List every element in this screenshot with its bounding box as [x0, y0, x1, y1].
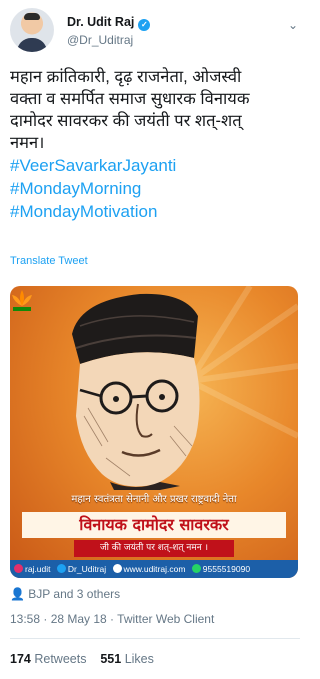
tweet-stats: 174 Retweets 551 Likes [10, 652, 154, 666]
translate-tweet-link[interactable]: Translate Tweet [10, 255, 88, 267]
retweets-label: Retweets [34, 652, 87, 666]
likes-stat[interactable]: 551 Likes [100, 652, 154, 666]
verified-icon: ✓ [138, 19, 151, 31]
tweet-line: वक्ता व समर्पित समाज सुधारक विनायक [10, 90, 250, 108]
author-name[interactable]: Dr. Udit Raj [67, 15, 134, 29]
whatsapp-icon [191, 564, 201, 573]
footer-item: Dr_Uditraj [67, 564, 107, 574]
person-icon: 👤 [10, 587, 25, 601]
hashtag-link[interactable]: #MondayMorning [10, 177, 300, 200]
tweet-line: दामोदर सावरकर की जयंती पर शत्-शत् [10, 112, 242, 130]
hashtag-link[interactable]: #MondayMotivation [10, 200, 300, 223]
retweets-stat[interactable]: 174 Retweets [10, 652, 86, 666]
image-subline: जी की जयंती पर शत्-शत् नमन । [74, 540, 234, 557]
divider [10, 638, 300, 639]
footer-item: raj.udit [25, 564, 51, 574]
image-footer: raj.udit Dr_Uditraj www.uditraj.com 9555… [10, 560, 298, 578]
footer-item: 9555519090 [202, 564, 251, 574]
instagram-icon [14, 564, 23, 573]
tweet-line: महान क्रांतिकारी, दृढ़ राजनेता, ओजस्वी [10, 68, 242, 86]
liked-by-row[interactable]: 👤 BJP and 3 others [10, 587, 120, 601]
likes-label: Likes [124, 652, 154, 666]
hashtag-link[interactable]: #VeerSavarkarJayanti [10, 154, 300, 177]
lotus-icon [12, 290, 32, 311]
image-title-banner: विनायक दामोदर सावरकर [22, 512, 286, 538]
tweet-meta: 13:58 · 28 May 18 · Twitter Web Client [10, 612, 215, 626]
tweet-image[interactable]: महान स्वतंत्रता सेनानी और प्रखर राष्ट्रव… [10, 286, 298, 578]
twitter-icon [56, 564, 66, 573]
image-caption-line: महान स्वतंत्रता सेनानी और प्रखर राष्ट्रव… [71, 494, 237, 505]
avatar[interactable] [10, 8, 54, 52]
chevron-down-icon[interactable]: ⌄ [288, 18, 298, 32]
footer-item: www.uditraj.com [123, 564, 186, 574]
tweet-line: नमन। [10, 134, 45, 152]
tweet-text: महान क्रांतिकारी, दृढ़ राजनेता, ओजस्वी व… [10, 66, 300, 223]
author-name-row[interactable]: Dr. Udit Raj ✓ [67, 15, 151, 31]
author-handle[interactable]: @Dr_Uditraj [67, 33, 133, 47]
tweet-header: Dr. Udit Raj ✓ @Dr_Uditraj ⌄ [10, 8, 300, 52]
likes-count: 551 [100, 652, 122, 666]
globe-icon [112, 564, 122, 573]
liked-by-text[interactable]: BJP and 3 others [28, 587, 120, 601]
retweets-count: 174 [10, 652, 31, 666]
